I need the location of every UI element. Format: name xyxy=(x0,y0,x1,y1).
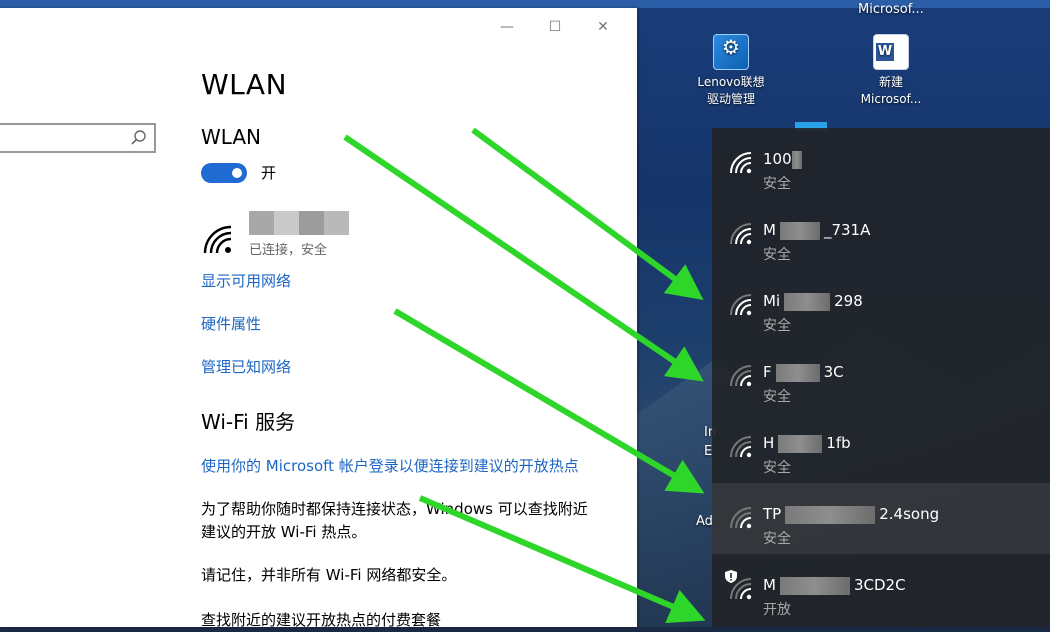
connected-network-info: 已连接，安全 xyxy=(249,211,349,258)
search-input[interactable] xyxy=(0,125,132,151)
desktop-icon-label: Microsof... xyxy=(860,92,922,106)
minimize-button[interactable]: — xyxy=(483,14,531,40)
toggle-knob xyxy=(232,167,242,178)
maximize-button[interactable]: ☐ xyxy=(531,14,579,40)
redacted-name-segment xyxy=(784,292,831,311)
network-name: M 3CD2C xyxy=(763,576,906,595)
connection-status: 已连接，安全 xyxy=(249,243,328,258)
network-name-visible: Mi xyxy=(763,292,781,310)
network-name: M _731A xyxy=(763,221,870,240)
network-name-visible: H xyxy=(763,434,775,452)
desktop-icon-label-edge: Ad xyxy=(696,514,713,529)
network-security-state: 安全 xyxy=(763,531,791,547)
redacted-name-segment xyxy=(775,363,820,382)
redacted-name-segment xyxy=(778,434,823,453)
connected-network[interactable]: 已连接，安全 xyxy=(201,211,349,258)
network-name: TP 2.4song xyxy=(763,505,939,524)
desktop-icon-label: Lenovo联想 xyxy=(697,75,765,89)
wifi-signal-icon xyxy=(203,225,232,254)
close-button[interactable]: ✕ xyxy=(579,14,627,40)
network-name-visible: 2.4song xyxy=(879,505,940,523)
desktop-icon-label-top: Microsof... xyxy=(858,2,924,17)
wlan-toggle-row: 开 xyxy=(201,162,276,183)
toggle-state-label: 开 xyxy=(261,164,277,182)
wifi-signal-icon xyxy=(730,152,752,174)
wlan-toggle-switch[interactable] xyxy=(201,162,247,183)
network-list-item[interactable]: TP 2.4song 安全 xyxy=(712,483,1050,554)
page-title: WLAN xyxy=(201,68,288,101)
redacted-name-segment xyxy=(779,221,820,240)
network-security-state: 安全 xyxy=(763,460,791,476)
desktop-icon-label: 新建 xyxy=(878,75,903,89)
wifi-signal-icon xyxy=(730,223,752,245)
network-name-visible: 1fb xyxy=(826,434,851,452)
wifi-signal-icon xyxy=(730,578,752,600)
search-icon[interactable] xyxy=(130,129,148,147)
network-security-state: 安全 xyxy=(763,389,791,405)
network-name-visible: M xyxy=(763,221,776,239)
network-list-item[interactable]: M _731A 安全 xyxy=(712,199,1050,270)
wifi-signal-icon xyxy=(730,436,752,458)
desktop-icon-label: 驱动管理 xyxy=(706,92,755,106)
redacted-network-name xyxy=(249,211,349,235)
lenovo-driver-icon xyxy=(713,34,749,70)
network-name: H 1fb xyxy=(763,434,851,453)
redacted-name-segment xyxy=(779,576,850,595)
desktop-icon-word[interactable]: 新建 Microsof... xyxy=(846,34,936,108)
network-name-visible: F xyxy=(763,363,772,381)
description-line: 为了帮助你随时都保持连接状态，Windows 可以查找附近 xyxy=(201,500,588,518)
security-warning-text: 请记住，并非所有 Wi-Fi 网络都安全。 xyxy=(201,566,457,584)
paid-plans-text: 查找附近的建议开放热点的付费套餐 xyxy=(201,611,442,629)
wifi-network-flyout: 100 安全 M _731A 安全 Mi 298 安全 F 3C 安全 H 1fb 安全… xyxy=(712,128,1050,627)
word-document-icon xyxy=(873,34,909,70)
network-list-item[interactable]: 100 安全 xyxy=(712,128,1050,199)
network-name: 100 xyxy=(763,150,802,169)
description-line: 建议的开放 Wi-Fi 热点。 xyxy=(201,523,367,541)
wifi-signal-icon xyxy=(730,365,752,387)
show-available-networks-link[interactable]: 显示可用网络 xyxy=(201,270,291,291)
settings-search-box[interactable] xyxy=(0,123,156,153)
network-list-item[interactable]: H 1fb 安全 xyxy=(712,412,1050,483)
network-list-item[interactable]: F 3C 安全 xyxy=(712,341,1050,412)
wifi-services-title: Wi-Fi 服务 xyxy=(201,410,296,434)
desktop-icon-lenovo[interactable]: Lenovo联想 驱动管理 xyxy=(686,34,776,108)
hardware-properties-link[interactable]: 硬件属性 xyxy=(201,313,261,334)
manage-known-networks-link[interactable]: 管理已知网络 xyxy=(201,356,291,377)
network-name-visible: 100 xyxy=(763,150,792,168)
network-list-item[interactable]: Mi 298 安全 xyxy=(712,270,1050,341)
desktop-icon-label-edge: E xyxy=(704,444,713,459)
window-controls: — ☐ ✕ xyxy=(483,14,627,40)
network-security-state: 安全 xyxy=(763,176,791,192)
wifi-signal-icon xyxy=(730,507,752,529)
wifi-sense-description: 为了帮助你随时都保持连接状态，Windows 可以查找附近 建议的开放 Wi-F… xyxy=(201,498,621,544)
network-security-state: 安全 xyxy=(763,318,791,334)
network-name: Mi 298 xyxy=(763,292,863,311)
network-name-visible: TP xyxy=(763,505,782,523)
network-name: F 3C xyxy=(763,363,844,382)
network-name-visible: 3C xyxy=(823,363,844,381)
redacted-name-segment xyxy=(791,150,802,169)
wlan-section-title: WLAN xyxy=(201,125,262,149)
microsoft-account-link[interactable]: 使用你的 Microsoft 帐户登录以便连接到建议的开放热点 xyxy=(201,455,579,476)
network-list-item[interactable]: M 3CD2C 开放 xyxy=(712,554,1050,625)
wifi-signal-icon xyxy=(730,294,752,316)
network-security-state: 安全 xyxy=(763,247,791,263)
network-security-state: 开放 xyxy=(763,602,791,618)
network-name-visible: 3CD2C xyxy=(853,576,906,594)
redacted-name-segment xyxy=(785,505,876,524)
settings-window: — ☐ ✕ WLAN WLAN 开 已连接，安全 显示可用网络 硬件属性 管理已… xyxy=(0,8,637,629)
network-name-visible: M xyxy=(763,576,776,594)
network-name-visible: 298 xyxy=(834,292,863,310)
network-name-visible: _731A xyxy=(823,221,871,239)
